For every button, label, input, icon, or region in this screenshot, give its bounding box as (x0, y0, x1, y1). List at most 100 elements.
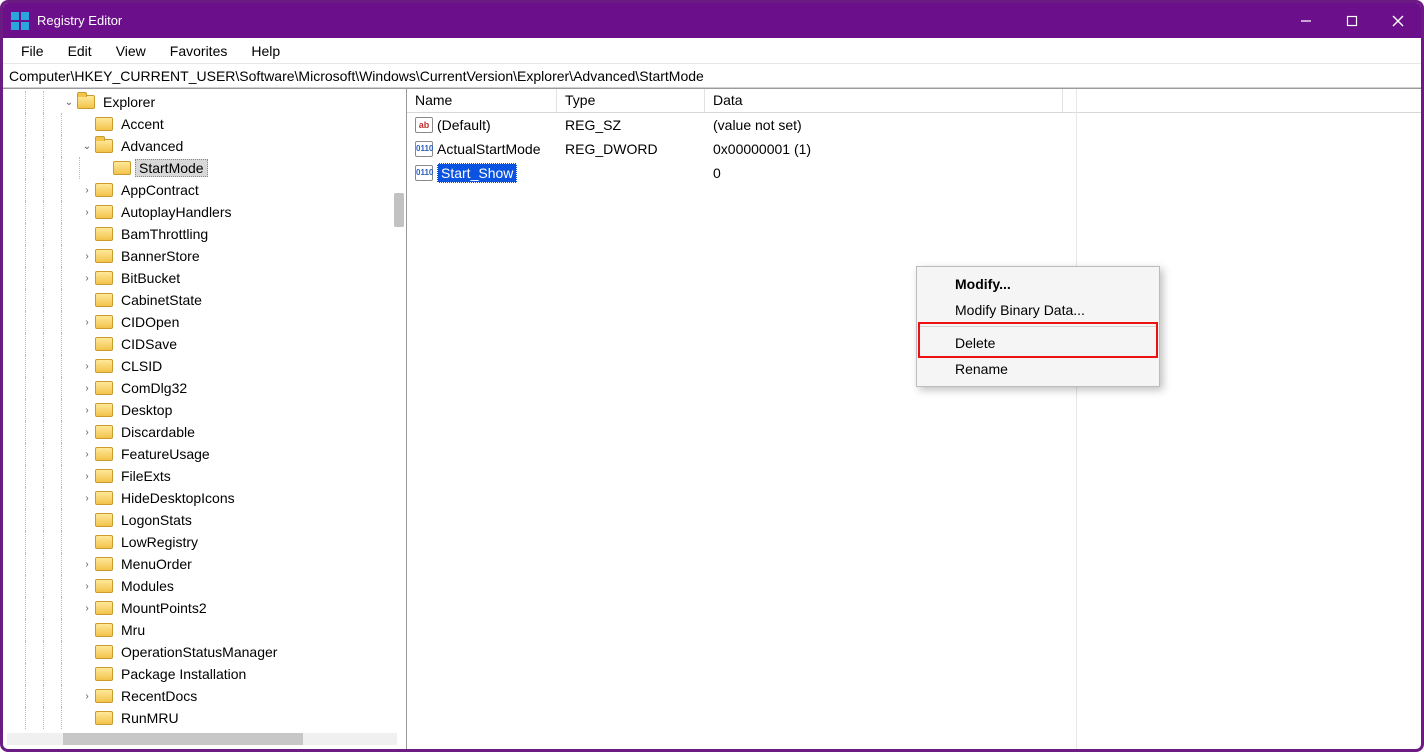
chevron-right-icon[interactable]: › (79, 581, 95, 592)
minimize-button[interactable] (1283, 3, 1329, 38)
tree-horizontal-scrollbar-thumb[interactable] (63, 733, 303, 745)
value-data: 0x00000001 (1) (705, 141, 1063, 157)
tree-item-lowregistry[interactable]: LowRegistry (3, 531, 406, 553)
tree-item-recentdocs[interactable]: › RecentDocs (3, 685, 406, 707)
maximize-icon (1346, 15, 1358, 27)
tree-item-desktop[interactable]: › Desktop (3, 399, 406, 421)
context-menu-modify-binary-data[interactable]: Modify Binary Data... (917, 297, 1159, 323)
context-menu-modify[interactable]: Modify... (917, 271, 1159, 297)
tree-item-cidsave[interactable]: CIDSave (3, 333, 406, 355)
folder-icon (95, 139, 113, 153)
column-header-data[interactable]: Data (705, 89, 1063, 112)
tree-item-hidedesktopicons[interactable]: › HideDesktopIcons (3, 487, 406, 509)
tree-item-fileexts[interactable]: › FileExts (3, 465, 406, 487)
tree-item-label: LogonStats (117, 511, 196, 529)
list-row[interactable]: 0110Start_Show0 (407, 161, 1421, 185)
chevron-right-icon[interactable]: › (79, 273, 95, 284)
tree-item-startmode[interactable]: StartMode (3, 157, 406, 179)
tree-item-appcontract[interactable]: ›AppContract (3, 179, 406, 201)
menu-edit[interactable]: Edit (56, 40, 104, 62)
chevron-right-icon[interactable]: › (79, 427, 95, 438)
tree-item-label: CabinetState (117, 291, 206, 309)
folder-icon (95, 579, 113, 593)
tree-item-label: FeatureUsage (117, 445, 214, 463)
tree-item-comdlg32[interactable]: ›ComDlg32 (3, 377, 406, 399)
reg-string-icon: ab (415, 117, 433, 133)
tree-item-label: LowRegistry (117, 533, 202, 551)
chevron-right-icon[interactable]: › (79, 251, 95, 262)
menu-favorites[interactable]: Favorites (158, 40, 240, 62)
list-row[interactable]: 0110ActualStartModeREG_DWORD0x00000001 (… (407, 137, 1421, 161)
chevron-right-icon[interactable]: › (79, 449, 95, 460)
column-header-name[interactable]: Name (407, 89, 557, 112)
tree-item-cabinetstate[interactable]: CabinetState (3, 289, 406, 311)
tree-item-runmru[interactable]: RunMRU (3, 707, 406, 729)
tree-item-modules[interactable]: ›Modules (3, 575, 406, 597)
tree-item-label: RecentDocs (117, 687, 201, 705)
tree-item-operationstatusmanager[interactable]: OperationStatusManager (3, 641, 406, 663)
chevron-down-icon[interactable]: ⌄ (79, 141, 95, 152)
tree-item-label: AutoplayHandlers (117, 203, 236, 221)
tree-item-label: CLSID (117, 357, 166, 375)
chevron-right-icon[interactable]: › (79, 471, 95, 482)
chevron-right-icon[interactable]: › (79, 405, 95, 416)
chevron-right-icon[interactable]: › (79, 207, 95, 218)
list-row[interactable]: ab(Default)REG_SZ(value not set) (407, 113, 1421, 137)
tree-item-autoplayhandlers[interactable]: › AutoplayHandlers (3, 201, 406, 223)
tree-item-label: Desktop (117, 401, 176, 419)
tree-item-advanced[interactable]: ⌄ Advanced (3, 135, 406, 157)
tree-item-clsid[interactable]: › CLSID (3, 355, 406, 377)
chevron-right-icon[interactable]: › (79, 185, 95, 196)
tree-item-bamthrottling[interactable]: BamThrottling (3, 223, 406, 245)
tree-item-package-installation[interactable]: Package Installation (3, 663, 406, 685)
column-header-type[interactable]: Type (557, 89, 705, 112)
chevron-right-icon[interactable]: › (79, 559, 95, 570)
tree-item-discardable[interactable]: ›Discardable (3, 421, 406, 443)
tree-item-menuorder[interactable]: ›MenuOrder (3, 553, 406, 575)
folder-icon (95, 293, 113, 307)
folder-icon (95, 535, 113, 549)
maximize-button[interactable] (1329, 3, 1375, 38)
window: Registry Editor FileEditViewFavoritesHel… (0, 0, 1424, 752)
context-menu-rename[interactable]: Rename (917, 356, 1159, 382)
tree-item-cidopen[interactable]: ›CIDOpen (3, 311, 406, 333)
folder-icon (95, 469, 113, 483)
menu-file[interactable]: File (9, 40, 56, 62)
folder-icon (95, 403, 113, 417)
close-button[interactable] (1375, 3, 1421, 38)
menu-view[interactable]: View (104, 40, 158, 62)
menu-help[interactable]: Help (239, 40, 292, 62)
chevron-right-icon[interactable]: › (79, 361, 95, 372)
list-pane[interactable]: Name Type Data ab(Default)REG_SZ(value n… (407, 89, 1421, 749)
tree-item-label: Mru (117, 621, 149, 639)
chevron-right-icon[interactable]: › (79, 317, 95, 328)
reg-binary-icon: 0110 (415, 141, 433, 157)
folder-icon (95, 381, 113, 395)
tree-item-featureusage[interactable]: › FeatureUsage (3, 443, 406, 465)
folder-icon (77, 95, 95, 109)
reg-binary-icon: 0110 (415, 165, 433, 181)
tree-item-label: Advanced (117, 137, 187, 155)
address-bar[interactable]: Computer\HKEY_CURRENT_USER\Software\Micr… (3, 64, 1421, 88)
chevron-right-icon[interactable]: › (79, 691, 95, 702)
tree-item-bitbucket[interactable]: ›BitBucket (3, 267, 406, 289)
tree-item-logonstats[interactable]: LogonStats (3, 509, 406, 531)
chevron-down-icon[interactable]: ⌄ (61, 97, 77, 108)
chevron-right-icon[interactable]: › (79, 603, 95, 614)
folder-icon (95, 447, 113, 461)
tree-item-label: FileExts (117, 467, 175, 485)
tree-item-accent[interactable]: Accent (3, 113, 406, 135)
tree-item-label: HideDesktopIcons (117, 489, 239, 507)
window-title: Registry Editor (37, 13, 122, 28)
chevron-right-icon[interactable]: › (79, 383, 95, 394)
context-menu-delete[interactable]: Delete (917, 330, 1159, 356)
folder-icon (95, 623, 113, 637)
tree-item-mru[interactable]: Mru (3, 619, 406, 641)
tree-item-mountpoints2[interactable]: ›MountPoints2 (3, 597, 406, 619)
chevron-right-icon[interactable]: › (79, 493, 95, 504)
tree-horizontal-scrollbar[interactable] (7, 733, 397, 745)
tree-item-explorer[interactable]: ⌄Explorer (3, 91, 406, 113)
tree-pane[interactable]: ⌄ExplorerAccent ⌄ Advanced StartMode›AppCon… (3, 89, 407, 749)
tree-item-bannerstore[interactable]: ›BannerStore (3, 245, 406, 267)
tree-vertical-scrollbar-thumb[interactable] (394, 193, 404, 227)
